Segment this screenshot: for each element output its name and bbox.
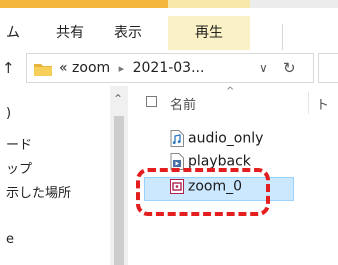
column-header-name[interactable]: 名前: [170, 94, 196, 113]
file-name: audio_only: [188, 130, 264, 147]
tools-accent-strip: [0, 0, 168, 8]
arrow-up-icon[interactable]: ↑: [2, 59, 15, 77]
audio-file-icon: [170, 130, 184, 147]
navigation-pane: ) ード ップ 示した場所 e: [0, 86, 110, 265]
scroll-up-icon[interactable]: ⌃: [113, 92, 123, 106]
column-divider[interactable]: [308, 92, 309, 114]
nav-item[interactable]: e: [6, 232, 14, 247]
top-strip-rest: [250, 0, 338, 8]
refresh-icon[interactable]: ↻: [283, 59, 296, 77]
ribbon-tabs: ム 共有 表示 再生: [0, 8, 338, 51]
tab-share[interactable]: 共有: [56, 22, 84, 42]
tab-play[interactable]: 再生: [168, 16, 250, 50]
nav-item[interactable]: ップ: [6, 158, 32, 177]
nav-item[interactable]: ード: [6, 134, 32, 153]
breadcrumb: « zoom ▸ 2021-03...: [59, 60, 204, 76]
breadcrumb-item-date[interactable]: 2021-03...: [133, 60, 205, 76]
column-header-row: ^ 名前 ト: [128, 86, 338, 116]
window-top-strip: [0, 0, 338, 8]
tab-view-partial[interactable]: ム: [6, 22, 20, 42]
scrollbar-thumb[interactable]: [114, 116, 124, 265]
nav-item[interactable]: ): [6, 106, 11, 121]
breadcrumb-item-zoom[interactable]: zoom: [72, 60, 110, 76]
folder-icon: [34, 64, 52, 76]
column-header-next[interactable]: ト: [316, 94, 329, 113]
list-item[interactable]: audio_only: [170, 130, 263, 152]
tab-display[interactable]: 表示: [114, 22, 142, 42]
ribbon-divider: [282, 24, 283, 50]
select-all-checkbox[interactable]: [146, 96, 157, 107]
nav-scrollbar[interactable]: ⌃: [110, 86, 128, 265]
play-accent-strip: [168, 0, 250, 8]
annotation-highlight: [136, 168, 270, 216]
search-box[interactable]: [318, 53, 338, 83]
breadcrumb-overflow[interactable]: «: [59, 60, 68, 76]
chevron-right-icon[interactable]: ▸: [119, 62, 125, 75]
address-row: ↑ « zoom ▸ 2021-03... ∨ ↻: [0, 50, 338, 86]
chevron-down-icon[interactable]: ∨: [259, 61, 268, 75]
address-bar[interactable]: « zoom ▸ 2021-03... ∨ ↻: [26, 53, 314, 83]
tab-play-label: 再生: [195, 25, 223, 41]
nav-item[interactable]: 示した場所: [6, 182, 71, 201]
sort-ascending-icon: ^: [226, 86, 235, 97]
